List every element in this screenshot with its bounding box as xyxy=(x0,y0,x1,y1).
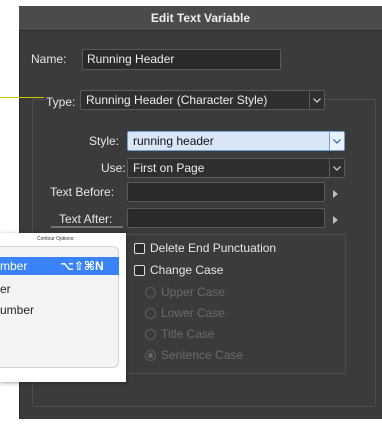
use-dropdown-value: First on Page xyxy=(133,161,205,175)
title-case-label: Title Case xyxy=(161,327,215,341)
upper-case-label: Upper Case xyxy=(161,285,226,299)
style-label: Style: xyxy=(89,134,120,148)
name-field[interactable]: Running Header xyxy=(82,49,281,70)
lower-case-label: Lower Case xyxy=(161,306,226,320)
menu-item-shortcut: ⌥⇧⌘N xyxy=(60,259,104,273)
contour-options-label: Contour Options: xyxy=(37,236,75,242)
title-case-radio[interactable] xyxy=(145,329,156,340)
delete-end-punctuation-checkbox[interactable] xyxy=(134,243,145,254)
lower-case-radio[interactable] xyxy=(145,308,156,319)
text-after-label: Text After: xyxy=(59,212,113,226)
use-dropdown[interactable]: First on Page xyxy=(127,158,345,178)
use-label: Use: xyxy=(101,161,126,175)
sentence-case-radio[interactable] xyxy=(145,350,156,361)
text-before-label: Text Before: xyxy=(50,185,115,199)
name-label: Name: xyxy=(31,52,67,66)
change-case-checkbox[interactable] xyxy=(134,265,145,276)
chevron-down-icon xyxy=(329,159,344,177)
dialog-title: Edit Text Variable xyxy=(19,6,382,31)
callout-line xyxy=(0,97,44,98)
menu-item[interactable]: umber xyxy=(0,301,34,319)
text-before-menu-arrow-icon[interactable] xyxy=(333,187,338,201)
change-case-label: Change Case xyxy=(150,263,224,277)
chevron-down-icon xyxy=(309,91,324,109)
text-after-menu-arrow-icon[interactable] xyxy=(333,213,338,227)
menu-item-highlighted[interactable]: mber ⌥⇧⌘N xyxy=(0,257,119,275)
text-after-input[interactable] xyxy=(127,208,325,228)
overlay-small-text xyxy=(51,226,123,228)
style-dropdown[interactable]: running header xyxy=(127,131,345,151)
menu-item[interactable]: er xyxy=(0,280,11,298)
text-before-input[interactable] xyxy=(127,182,325,202)
delete-end-punctuation-label: Delete End Punctuation xyxy=(150,241,277,255)
type-dropdown[interactable]: Running Header (Character Style) xyxy=(80,90,325,110)
menu-item-label: mber xyxy=(0,259,28,273)
chevron-down-icon xyxy=(329,132,344,150)
style-dropdown-value: running header xyxy=(133,134,214,148)
type-dropdown-value: Running Header (Character Style) xyxy=(86,93,268,107)
upper-case-radio[interactable] xyxy=(145,287,156,298)
type-label: Type: xyxy=(46,95,79,109)
sentence-case-label: Sentence Case xyxy=(161,348,244,362)
